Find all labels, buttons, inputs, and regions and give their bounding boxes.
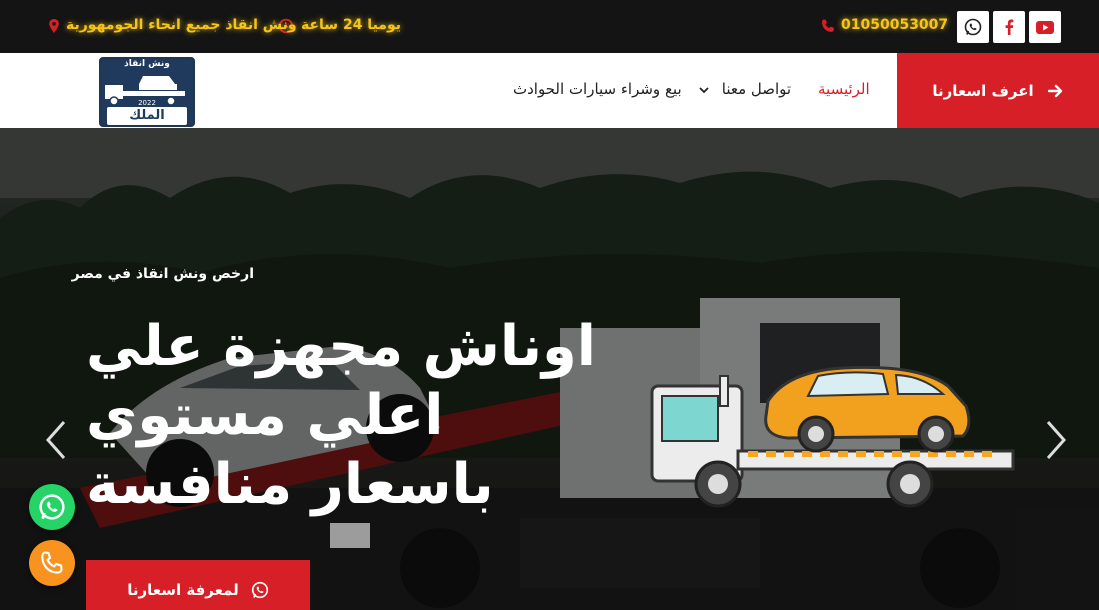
facebook-button[interactable] [993, 11, 1025, 43]
know-prices-label: اعرف اسعارنا [932, 81, 1034, 100]
whatsapp-icon [964, 18, 982, 36]
slider-next-arrow-icon[interactable] [1040, 418, 1070, 462]
whatsapp-icon [39, 494, 65, 520]
nav-item-contact[interactable]: تواصل معنا [699, 80, 791, 98]
know-prices-button[interactable]: اعرف اسعارنا [897, 53, 1099, 128]
phone-number[interactable]: 01050053007 [841, 17, 948, 33]
hero-headline: اوناش مجهزة علي اعلي مستوي باسعار منافسة [86, 314, 596, 517]
location-pin-icon [49, 19, 59, 33]
facebook-icon [1005, 19, 1014, 35]
hero-slider: ارخص ونش انقاذ في مصر اوناش مجهزة علي اع… [0, 128, 1099, 610]
phone-icon [41, 551, 63, 574]
nav-item-home[interactable]: الرئيسية [818, 80, 870, 98]
top-bar: 01050053007 يوميا 24 ساعة ونش انقاذ جميع… [0, 0, 1099, 53]
coverage-area: ونش انقاذ جميع انحاء الجومهورية [66, 17, 297, 33]
hero-prices-button[interactable]: لمعرفة اسعارنا [86, 560, 310, 610]
arrow-right-icon [1047, 84, 1062, 97]
nav-item-contact-label: تواصل معنا [721, 80, 792, 98]
nav-item-accident-cars[interactable]: بيع وشراء سيارات الحوادث [513, 80, 682, 98]
youtube-button[interactable] [1029, 11, 1061, 43]
site-logo[interactable]: ونش انقاذ 2022 الملك [99, 57, 195, 127]
floating-call-button[interactable] [29, 540, 75, 586]
hero-tagline: ارخص ونش انقاذ في مصر [71, 266, 254, 282]
phone-icon [822, 19, 834, 32]
whatsapp-icon [251, 581, 268, 599]
logo-brand-text: الملك [107, 107, 187, 125]
tow-truck-illustration-icon [650, 366, 1015, 508]
main-navigation: اعرف اسعارنا الرئيسية تواصل معنا بيع وشر… [0, 53, 1099, 128]
hero-prices-label: لمعرفة اسعارنا [127, 581, 239, 599]
floating-whatsapp-button[interactable] [29, 484, 75, 530]
whatsapp-button[interactable] [957, 11, 989, 43]
logo-year: 2022 [138, 99, 156, 107]
slider-prev-arrow-icon[interactable] [42, 418, 72, 462]
youtube-icon [1036, 20, 1054, 34]
working-hours: يوميا 24 ساعة [301, 17, 401, 33]
chevron-down-icon [699, 87, 709, 94]
